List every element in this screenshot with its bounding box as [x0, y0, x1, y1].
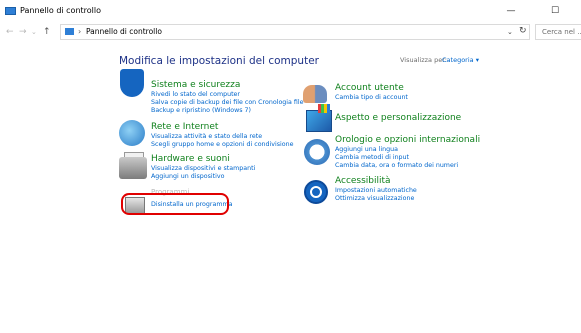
control-panel-small-icon [65, 28, 74, 35]
link-network-status[interactable]: Visualizza attività e stato della rete [151, 133, 262, 141]
category-clock-region[interactable]: Orologio e opzioni internazionali [335, 135, 480, 146]
maximize-button[interactable]: ☐ [540, 2, 570, 20]
link-change-input-methods[interactable]: Cambia metodi di input [335, 154, 409, 162]
link-devices-printers[interactable]: Visualizza dispositivi e stampanti [151, 165, 255, 173]
category-hardware-sound[interactable]: Hardware e suoni [151, 154, 230, 165]
link-automatic-settings[interactable]: Impostazioni automatiche [335, 187, 417, 195]
forward-arrow-icon[interactable]: → [19, 27, 27, 37]
search-placeholder: Cerca nel ... [542, 28, 581, 36]
chevron-down-icon[interactable]: ⌄ [507, 27, 513, 37]
back-arrow-icon[interactable]: ← [6, 27, 14, 37]
view-by-dropdown[interactable]: Categoria ▾ [442, 56, 479, 65]
refresh-icon[interactable]: ↻ [519, 26, 527, 36]
category-accessibility[interactable]: Accessibilità [335, 176, 391, 187]
link-file-history-backup[interactable]: Salva copie di backup dei file con Crono… [151, 99, 304, 107]
link-review-computer-status[interactable]: Rivedi lo stato del computer [151, 91, 240, 99]
printer-icon[interactable] [119, 157, 147, 179]
link-add-language[interactable]: Aggiungi una lingua [335, 146, 398, 154]
appearance-icon[interactable] [306, 110, 332, 132]
minimize-button[interactable]: — [496, 2, 526, 20]
link-homegroup-sharing[interactable]: Scegli gruppo home e opzioni di condivis… [151, 141, 294, 149]
up-arrow-icon[interactable]: ↑ [43, 27, 51, 37]
recent-locations-icon[interactable]: ⌄ [31, 27, 37, 37]
page-title: Modifica le impostazioni del computer [119, 55, 319, 67]
control-panel-icon [5, 7, 16, 15]
category-system-security[interactable]: Sistema e sicurezza [151, 80, 240, 91]
view-by-label: Visualizza per: [400, 56, 447, 64]
accessibility-ring [310, 186, 322, 198]
category-appearance[interactable]: Aspetto e personalizzazione [335, 113, 461, 124]
window-title: Pannello di controllo [20, 6, 102, 15]
category-user-accounts[interactable]: Account utente [335, 83, 404, 94]
globe-network-icon[interactable] [119, 120, 145, 146]
breadcrumb[interactable]: Pannello di controllo [86, 27, 162, 37]
highlight-annotation [121, 193, 229, 215]
color-bars-icon [318, 104, 330, 113]
link-change-date-time-format[interactable]: Cambia data, ora o formato dei numeri [335, 162, 458, 170]
link-backup-restore[interactable]: Backup e ripristino (Windows 7) [151, 107, 251, 115]
shield-icon[interactable] [120, 69, 144, 97]
category-network-internet[interactable]: Rete e Internet [151, 122, 218, 133]
chevron-right-icon[interactable]: › [78, 27, 81, 37]
clock-globe-icon[interactable] [304, 139, 330, 165]
users-icon[interactable] [303, 85, 327, 103]
link-optimize-display[interactable]: Ottimizza visualizzazione [335, 195, 414, 203]
link-change-account-type[interactable]: Cambia tipo di account [335, 94, 408, 102]
link-add-device[interactable]: Aggiungi un dispositivo [151, 173, 224, 181]
